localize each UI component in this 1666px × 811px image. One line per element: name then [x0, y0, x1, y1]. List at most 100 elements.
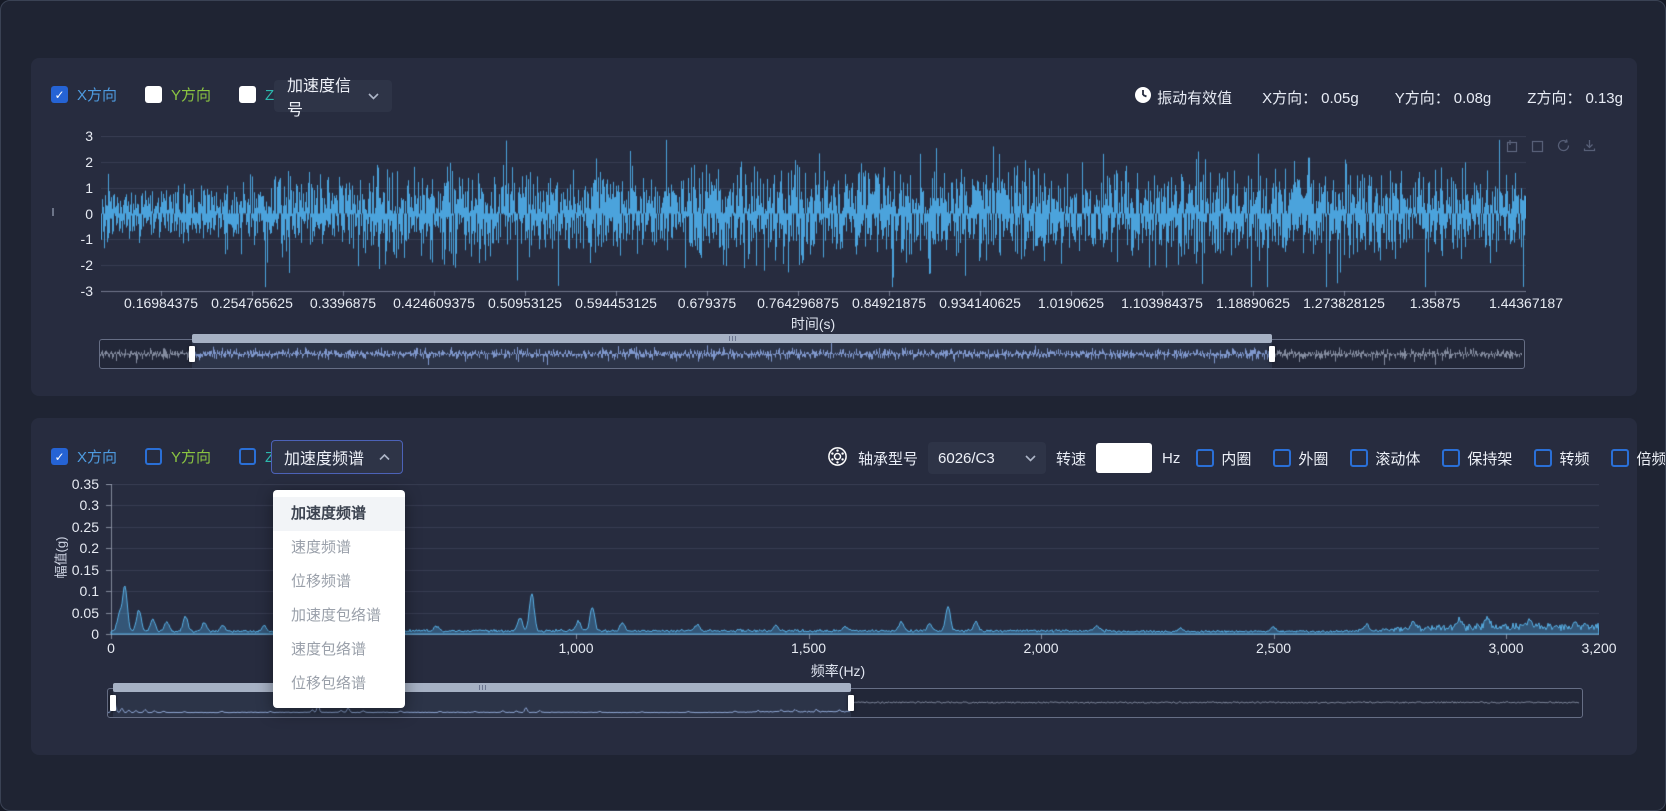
fault-freq-checkbox-4[interactable]: 保持架 [1442, 448, 1512, 469]
datazoom-selection[interactable] [113, 689, 851, 717]
checkbox-unchecked-icon[interactable] [1196, 449, 1214, 467]
datazoom-right-handle[interactable] [1269, 346, 1275, 362]
x-tick-label: 0.254765625 [211, 295, 293, 311]
spectrum-menu-option-5[interactable]: 速度包络谱 [273, 633, 405, 667]
x-tick-label: 0.16984375 [124, 295, 198, 311]
checkbox-unchecked-icon[interactable] [145, 86, 162, 103]
checkbox-unchecked-icon[interactable] [1611, 449, 1629, 467]
rms-summary: 振动有效值 X方向：0.05gY方向：0.08gZ方向：0.13g [1134, 86, 1623, 108]
bearing-model-select[interactable]: 6026/C3 [928, 442, 1046, 474]
datazoom-bar[interactable] [192, 334, 1272, 343]
chevron-down-icon [1025, 455, 1036, 462]
y-tick-label: 0.2 [59, 540, 99, 556]
x-tick-label: 0.934140625 [939, 295, 1021, 311]
clock-icon [1134, 86, 1152, 108]
checkbox-unchecked-icon[interactable] [1350, 449, 1368, 467]
y-tick-label: 2 [53, 154, 93, 170]
x-tick-label: 2,000 [1023, 640, 1058, 656]
time-domain-panel: X方向Y方向Z方向 加速度信号 振动有效值 X方向：0.05gY方向：0.08g… [31, 58, 1637, 396]
spectrum-panel: X方向Y方向Z方向 加速度频谱 加速度频谱速度频谱位移频谱加速度包络谱速度包络谱… [31, 418, 1637, 755]
datazoom-left-handle[interactable] [189, 346, 195, 362]
y-tick-label: 0.3 [59, 497, 99, 513]
x-tick-label: 0.679375 [678, 295, 736, 311]
restore-icon[interactable] [1556, 138, 1571, 153]
y-tick-label: -1 [53, 231, 93, 247]
x-tick-label: 0 [107, 640, 115, 656]
x-tick-label: 1,500 [791, 640, 826, 656]
datazoom-right-handle[interactable] [848, 695, 854, 711]
checkbox-unchecked-icon[interactable] [239, 86, 256, 103]
fault-freq-label: 外圈 [1298, 448, 1328, 469]
fault-freq-label: 转频 [1559, 448, 1589, 469]
spectrum-menu-option-1[interactable]: 加速度频谱 [273, 497, 405, 531]
fault-freq-checkbox-6[interactable]: 倍频 [1611, 448, 1666, 469]
spectrum-type-dropdown-menu: 加速度频谱速度频谱位移频谱加速度包络谱速度包络谱位移包络谱 [273, 490, 405, 708]
x-tick-label: 3,200 [1581, 640, 1616, 656]
fault-freq-checkbox-1[interactable]: 内圈 [1196, 448, 1251, 469]
speed-input[interactable] [1096, 443, 1152, 473]
datazoom-selection[interactable] [192, 340, 1272, 368]
x-tick-label: 3,000 [1488, 640, 1523, 656]
checkbox-unchecked-icon[interactable] [145, 448, 162, 465]
bearing-model-value: 6026/C3 [938, 450, 995, 467]
checkbox-unchecked-icon[interactable] [1442, 449, 1460, 467]
y-tick-label: 0 [53, 206, 93, 222]
x-tick-label: 1.35875 [1410, 295, 1461, 311]
direction-checkbox-x[interactable]: X方向 [51, 84, 117, 105]
x-tick-label: 2,500 [1256, 640, 1291, 656]
fault-freq-checkbox-5[interactable]: 转频 [1534, 448, 1589, 469]
spectrum-menu-option-3[interactable]: 位移频谱 [273, 565, 405, 599]
direction-checkbox-label: X方向 [77, 84, 117, 105]
speed-label: 转速 [1056, 448, 1086, 469]
spectrum-menu-option-6[interactable]: 位移包络谱 [273, 667, 405, 701]
fault-freq-label: 内圈 [1221, 448, 1251, 469]
waveform-chart-canvas[interactable] [101, 136, 1526, 297]
rms-value-y: Y方向：0.08g [1395, 87, 1492, 108]
chevron-down-icon [368, 93, 379, 100]
bearing-icon [827, 446, 848, 471]
x-tick-label: 0.764296875 [757, 295, 839, 311]
spectrum-type-select-value: 加速度频谱 [284, 445, 364, 469]
bearing-model-label: 轴承型号 [858, 448, 918, 469]
direction-checkbox-label: Y方向 [171, 84, 211, 105]
x-tick-label: 1.44367187 [1489, 295, 1563, 311]
fault-freq-checkbox-2[interactable]: 外圈 [1273, 448, 1328, 469]
signal-type-select[interactable]: 加速度信号 [274, 80, 392, 112]
spectrum-menu-option-2[interactable]: 速度频谱 [273, 531, 405, 565]
fault-freq-checkbox-3[interactable]: 滚动体 [1350, 448, 1420, 469]
x-tick-label: 0.3396875 [310, 295, 376, 311]
checkbox-checked-icon[interactable] [51, 86, 68, 103]
y-tick-label: 0.25 [59, 519, 99, 535]
y-tick-label: -2 [53, 257, 93, 273]
checkbox-checked-icon[interactable] [51, 448, 68, 465]
datazoom-slider-top[interactable] [99, 339, 1525, 369]
checkbox-unchecked-icon[interactable] [1534, 449, 1552, 467]
direction-checkbox-x[interactable]: X方向 [51, 446, 117, 467]
download-icon[interactable] [1582, 138, 1597, 153]
spectrum-type-select[interactable]: 加速度频谱 [271, 440, 403, 474]
datazoom-bar[interactable] [113, 683, 851, 692]
speed-unit: Hz [1162, 450, 1180, 467]
x-tick-label: 0.424609375 [393, 295, 475, 311]
x-axis-title-frequency: 频率(Hz) [811, 661, 865, 681]
fault-freq-label: 保持架 [1467, 448, 1512, 469]
direction-checkbox-y[interactable]: Y方向 [145, 446, 211, 467]
y-tick-label: 0.1 [59, 583, 99, 599]
direction-checkbox-label: X方向 [77, 446, 117, 467]
spectrum-menu-option-4[interactable]: 加速度包络谱 [273, 599, 405, 633]
x-tick-label: 0.84921875 [852, 295, 926, 311]
direction-checkbox-y[interactable]: Y方向 [145, 84, 211, 105]
x-tick-label: 0.594453125 [575, 295, 657, 311]
fault-freq-label: 滚动体 [1375, 448, 1420, 469]
direction-checkbox-group: X方向Y方向Z方向 [51, 84, 304, 105]
rms-title: 振动有效值 [1157, 87, 1232, 108]
signal-type-select-value: 加速度信号 [287, 72, 358, 120]
rms-value-z: Z方向：0.13g [1527, 87, 1623, 108]
checkbox-unchecked-icon[interactable] [1273, 449, 1291, 467]
vibration-analysis-page: X方向Y方向Z方向 加速度信号 振动有效值 X方向：0.05gY方向：0.08g… [0, 0, 1666, 811]
x-tick-label: 1,000 [558, 640, 593, 656]
y-tick-label: 0.15 [59, 562, 99, 578]
datazoom-left-handle[interactable] [110, 695, 116, 711]
zoom-reset-icon[interactable] [1530, 138, 1545, 153]
checkbox-unchecked-icon[interactable] [239, 448, 256, 465]
